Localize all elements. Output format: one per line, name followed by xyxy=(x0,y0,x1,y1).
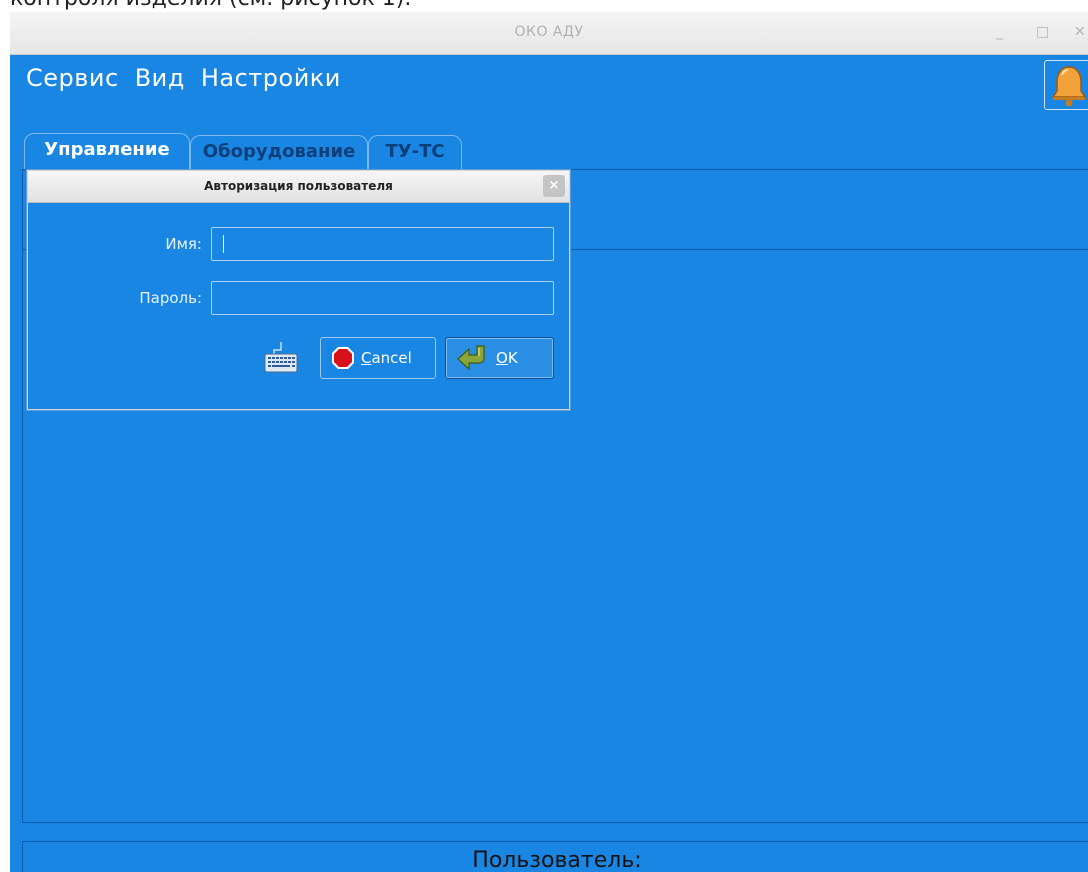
status-bar: Пользователь: xyxy=(22,841,1088,872)
ok-button[interactable]: OK xyxy=(445,337,554,379)
dialog-title: Авторизация пользователя xyxy=(204,179,393,193)
name-label: Имя: xyxy=(165,235,202,253)
text-caret xyxy=(223,235,224,253)
menu-settings[interactable]: Настройки xyxy=(201,64,341,100)
dialog-close-button[interactable]: × xyxy=(543,175,565,197)
main-window: ОКО АДУ _ □ ✕ Сервис Вид Настройки Управ… xyxy=(10,12,1088,872)
login-dialog: Авторизация пользователя × Имя: Пароль: … xyxy=(27,170,570,410)
dialog-titlebar: Авторизация пользователя × xyxy=(28,171,569,203)
alarm-button[interactable] xyxy=(1044,60,1088,110)
virtual-keyboard-button[interactable] xyxy=(264,340,298,378)
tab-equipment[interactable]: Оборудование xyxy=(190,135,368,169)
password-label: Пароль: xyxy=(139,289,202,307)
close-button[interactable]: ✕ xyxy=(1074,24,1086,40)
menu-bar: Сервис Вид Настройки xyxy=(26,64,341,100)
ok-label: OK xyxy=(496,349,518,367)
cancel-button[interactable]: Cancel xyxy=(320,337,436,379)
name-input[interactable] xyxy=(211,227,554,261)
menu-view[interactable]: Вид xyxy=(135,64,185,100)
tab-control[interactable]: Управление xyxy=(24,133,190,169)
maximize-button[interactable]: □ xyxy=(1036,24,1049,40)
window-title: ОКО АДУ xyxy=(514,24,584,40)
current-user-label: Пользователь: xyxy=(472,848,642,872)
document-fragment-text: контроля изделия (см. рисунок 1). xyxy=(10,0,411,11)
cancel-label: Cancel xyxy=(361,349,412,367)
stop-icon xyxy=(332,347,354,369)
keyboard-icon xyxy=(264,342,298,373)
minimize-button[interactable]: _ xyxy=(996,24,1003,40)
password-input[interactable] xyxy=(211,281,554,315)
menu-service[interactable]: Сервис xyxy=(26,64,119,100)
tab-tu-ts[interactable]: ТУ-ТС xyxy=(368,135,462,169)
bell-icon xyxy=(1051,66,1087,107)
window-titlebar: ОКО АДУ _ □ ✕ xyxy=(10,12,1088,55)
return-arrow-icon xyxy=(457,345,485,371)
